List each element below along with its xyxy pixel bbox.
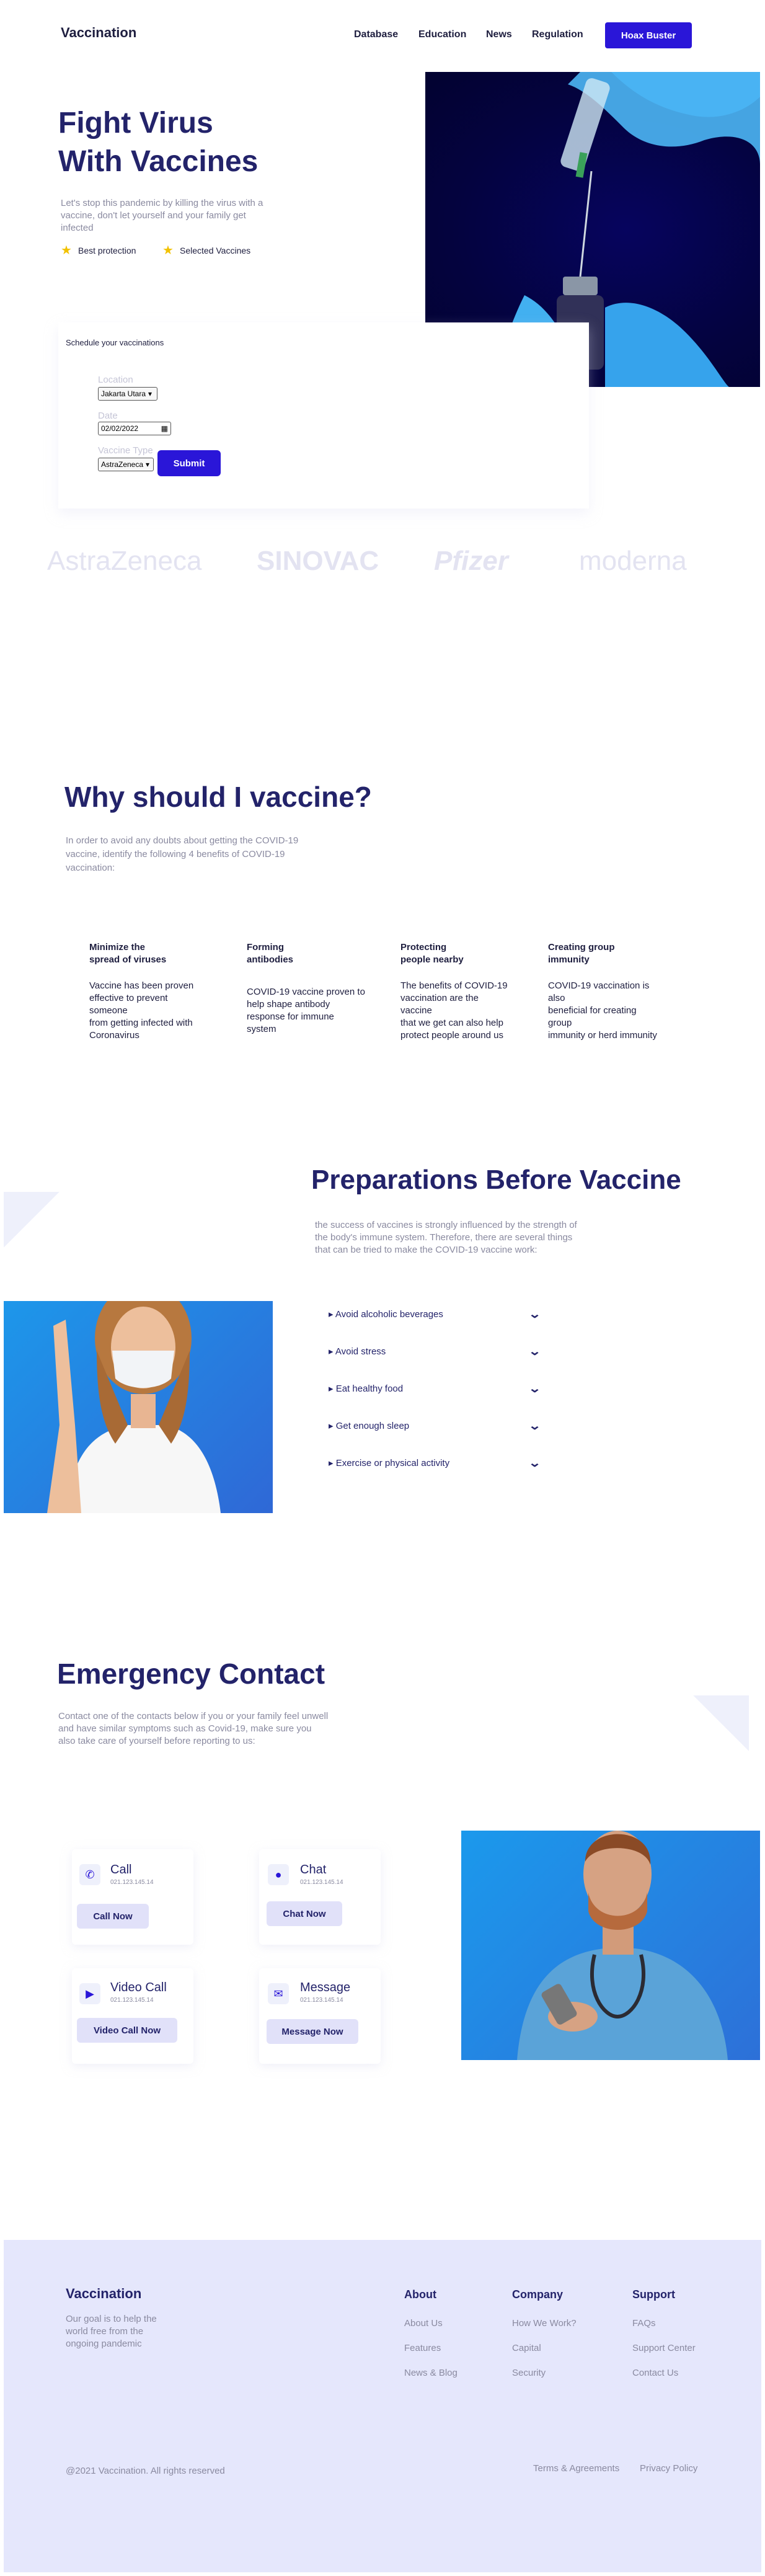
- benefit-title: Forming antibodies: [247, 942, 294, 965]
- vaccine-type-label: Vaccine Type: [98, 445, 153, 456]
- footer-link[interactable]: News & Blog: [404, 2368, 458, 2378]
- benefit-title: Protecting people nearby: [400, 942, 464, 965]
- benefit-title: Minimize the spread of viruses: [89, 942, 167, 965]
- brand-sinovac: SINOVAC: [257, 546, 379, 576]
- chevron-down-icon: ⌄: [528, 1382, 542, 1395]
- contact-title: Video Call: [110, 1981, 167, 1994]
- dropdown-icon: ▾: [146, 460, 150, 469]
- schedule-card: [58, 322, 589, 509]
- brand-moderna: moderna: [579, 546, 687, 576]
- hero-title: Fight Virus With Vaccines: [58, 107, 259, 178]
- emergency-title: Emergency Contact: [57, 1658, 325, 1690]
- date-label: Date: [98, 411, 118, 421]
- video-call-now-button[interactable]: Video Call Now: [77, 2018, 177, 2043]
- contact-title: Call: [110, 1863, 132, 1876]
- footer-link[interactable]: FAQs: [632, 2318, 656, 2329]
- chevron-down-icon: ⌄: [528, 1344, 542, 1357]
- submit-button[interactable]: Submit: [157, 450, 221, 476]
- chevron-down-icon: ⌄: [528, 1307, 542, 1320]
- doctor-icon: [517, 1831, 728, 2060]
- contact-number: 021.123.145.14: [110, 1879, 154, 1886]
- accordion-item[interactable]: Get enough sleep⌄: [329, 1416, 542, 1435]
- why-title: Why should I vaccine?: [64, 781, 372, 813]
- benefit-title: Creating group immunity: [548, 942, 615, 965]
- star-icon: ★: [61, 244, 72, 257]
- footer-link[interactable]: Security: [512, 2368, 546, 2378]
- nav-database[interactable]: Database: [354, 29, 398, 40]
- nav-education[interactable]: Education: [418, 29, 466, 40]
- why-description: In order to avoid any doubts about getti…: [66, 835, 299, 873]
- location-select[interactable]: Jakarta Utara ▾: [98, 387, 157, 401]
- emergency-description: Contact one of the contacts below if you…: [58, 1711, 329, 1746]
- doctor-photo: [461, 1831, 760, 2060]
- benefit-text: Vaccine has been proven effective to pre…: [89, 980, 194, 1041]
- brand-astrazeneca: AstraZeneca: [47, 546, 202, 576]
- privacy-link[interactable]: Privacy Policy: [640, 2463, 697, 2474]
- footer-heading-support: Support: [632, 2288, 675, 2301]
- copyright: @2021 Vaccination. All rights reserved: [66, 2466, 225, 2476]
- video-icon: ▶: [79, 1983, 100, 2004]
- hoax-buster-button[interactable]: Hoax Buster: [605, 22, 692, 48]
- footer-heading-company: Company: [512, 2288, 564, 2301]
- prep-description: the success of vaccines is strongly infl…: [315, 1220, 577, 1255]
- feature-selected-vaccines: ★ Selected Vaccines: [162, 244, 251, 257]
- contact-number: 021.123.145.14: [300, 1879, 343, 1886]
- nav-regulation[interactable]: Regulation: [532, 29, 583, 40]
- footer-link[interactable]: About Us: [404, 2318, 443, 2329]
- benefit-text: The benefits of COVID-19 vaccination are…: [400, 980, 508, 1041]
- woman-mask-icon: [47, 1301, 221, 1513]
- footer-link[interactable]: Contact Us: [632, 2368, 678, 2378]
- contact-title: Chat: [300, 1863, 327, 1876]
- contact-number: 021.123.145.14: [110, 1997, 154, 2004]
- date-input[interactable]: 02/02/2022 ▦: [98, 422, 171, 435]
- chat-icon: ●: [268, 1864, 289, 1885]
- benefit-text: COVID-19 vaccine proven to help shape an…: [247, 987, 365, 1034]
- footer-heading-about: About: [404, 2288, 436, 2301]
- footer-link[interactable]: Capital: [512, 2343, 541, 2353]
- chevron-down-icon: ⌄: [528, 1419, 542, 1432]
- footer-link[interactable]: How We Work?: [512, 2318, 577, 2329]
- star-icon: ★: [162, 244, 174, 257]
- decorative-triangle: [4, 1192, 60, 1248]
- feature-best-protection: ★ Best protection: [61, 244, 136, 257]
- decorative-triangle: [693, 1695, 749, 1751]
- message-now-button[interactable]: Message Now: [267, 2019, 358, 2044]
- vaccine-type-select[interactable]: AstraZeneca ▾: [98, 458, 154, 471]
- schedule-title: Schedule your vaccinations: [66, 338, 164, 347]
- terms-link[interactable]: Terms & Agreements: [533, 2463, 619, 2474]
- accordion-item[interactable]: Eat healthy food⌄: [329, 1379, 542, 1398]
- hero-description: Let's stop this pandemic by killing the …: [61, 198, 263, 233]
- site-logo[interactable]: Vaccination: [61, 25, 136, 41]
- chat-now-button[interactable]: Chat Now: [267, 1901, 342, 1926]
- accordion-item[interactable]: Avoid stress⌄: [329, 1342, 542, 1361]
- accordion-item[interactable]: Avoid alcoholic beverages⌄: [329, 1305, 542, 1323]
- call-now-button[interactable]: Call Now: [77, 1904, 149, 1929]
- brand-pfizer: Pfizer: [434, 546, 508, 576]
- footer-logo[interactable]: Vaccination: [66, 2286, 141, 2302]
- dropdown-icon: ▾: [148, 389, 153, 398]
- contact-number: 021.123.145.14: [300, 1997, 343, 2004]
- footer-link[interactable]: Support Center: [632, 2343, 696, 2353]
- prep-title: Preparations Before Vaccine: [311, 1165, 681, 1195]
- location-label: Location: [98, 375, 133, 385]
- calendar-icon: ▦: [161, 424, 168, 433]
- woman-mask-photo: [4, 1301, 273, 1513]
- benefit-text: COVID-19 vaccination is also beneficial …: [548, 980, 657, 1041]
- message-icon: ✉: [268, 1983, 289, 2004]
- chevron-down-icon: ⌄: [528, 1456, 542, 1469]
- phone-icon: ✆: [79, 1864, 100, 1885]
- accordion-item[interactable]: Exercise or physical activity⌄: [329, 1454, 542, 1472]
- footer-link[interactable]: Features: [404, 2343, 441, 2353]
- footer-description: Our goal is to help the world free from …: [66, 2314, 157, 2349]
- contact-title: Message: [300, 1981, 351, 1994]
- nav-news[interactable]: News: [486, 29, 512, 40]
